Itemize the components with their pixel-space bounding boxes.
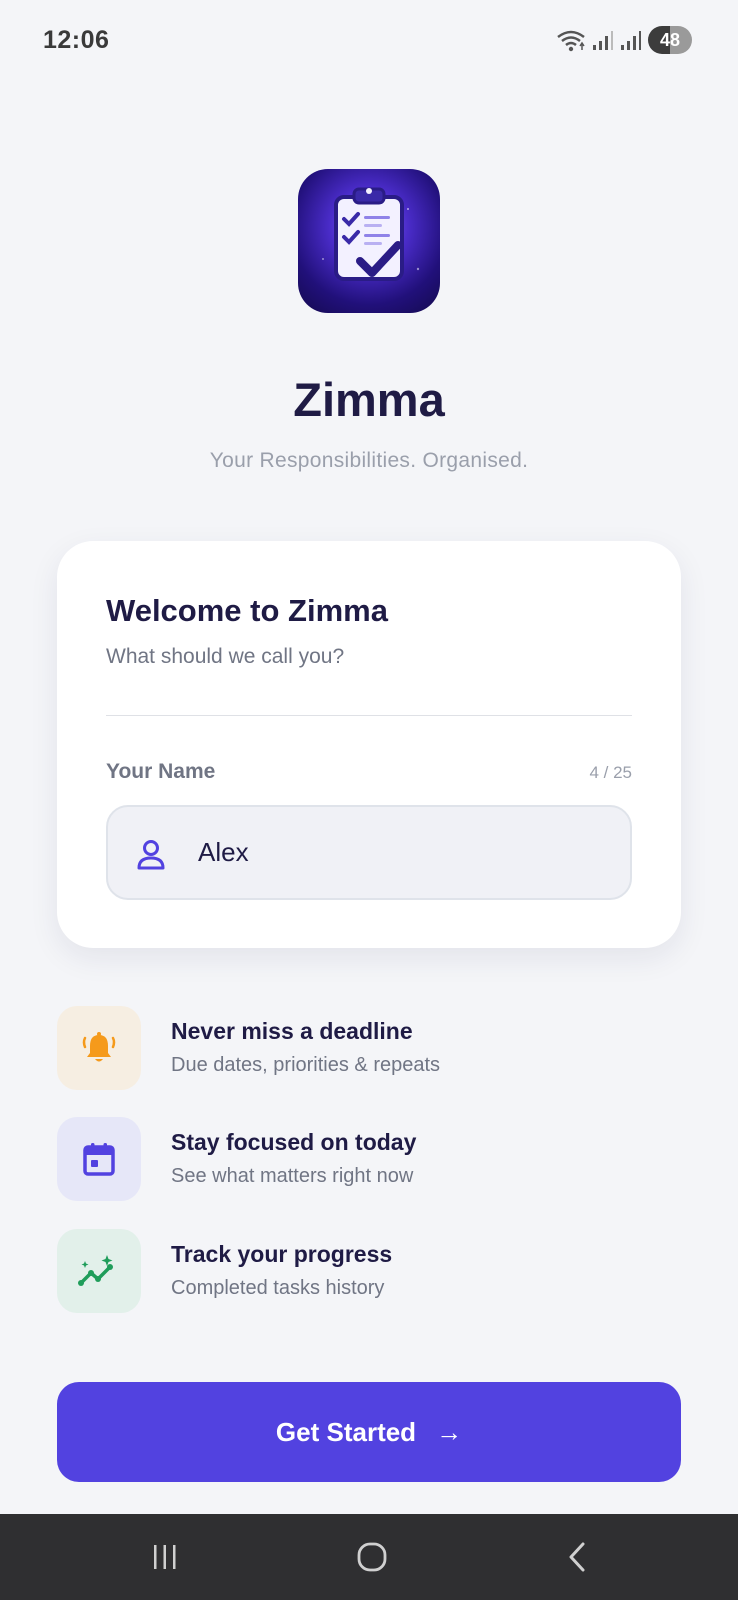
bell-icon [82,1032,116,1062]
get-started-label: Get Started [275,1416,417,1447]
card-subtitle: What should we call you? [106,645,345,668]
name-field-label: Your Name [106,760,216,783]
status-bar: 12:06 48 [0,0,738,80]
home-icon [357,1542,387,1572]
status-icons: 48 [556,25,692,55]
character-counter: 4 / 25 [589,763,632,782]
card-title: Welcome to Zimma [106,593,388,628]
wifi-icon [557,30,585,52]
feature-description: Due dates, priorities & repeats [171,1054,441,1076]
feature-description: See what matters right now [171,1165,414,1187]
battery-indicator: 48 [648,26,692,54]
person-icon [137,840,165,870]
home-button[interactable] [312,1514,432,1600]
name-field[interactable] [106,805,632,900]
feature-description: Completed tasks history [171,1277,385,1299]
get-started-button[interactable]: Get Started → [57,1382,681,1482]
card-divider [106,715,632,716]
feature-row-progress: Track your progress Completed tasks hist… [57,1229,681,1313]
signal-icon-2 [621,31,641,50]
feature-row-today: Stay focused on today See what matters r… [57,1117,681,1201]
status-time: 12:06 [43,26,110,54]
recent-apps-icon [154,1545,176,1569]
recent-apps-button[interactable] [105,1514,225,1600]
feature-title: Never miss a deadline [171,1018,413,1044]
system-nav-bar [0,1514,738,1600]
feature-title: Stay focused on today [171,1129,417,1155]
signal-icon [593,31,613,50]
trend-icon [78,1255,113,1286]
back-icon [569,1542,585,1572]
feature-icon-box [57,1006,141,1090]
app-tagline: Your Responsibilities. Organised. [209,449,529,472]
name-input[interactable] [198,807,618,898]
feature-icon-box [57,1117,141,1201]
app-title: Zimma [293,373,445,426]
arrow-right-icon: → [436,1416,463,1447]
feature-title: Track your progress [171,1241,393,1267]
feature-row-deadline: Never miss a deadline Due dates, priorit… [57,1006,681,1090]
welcome-card: Welcome to Zimma What should we call you… [57,541,681,948]
app-logo [298,169,440,313]
clipboard-check-icon [322,187,420,281]
feature-icon-box [57,1229,141,1313]
calendar-icon [83,1143,115,1176]
back-button[interactable] [518,1514,638,1600]
